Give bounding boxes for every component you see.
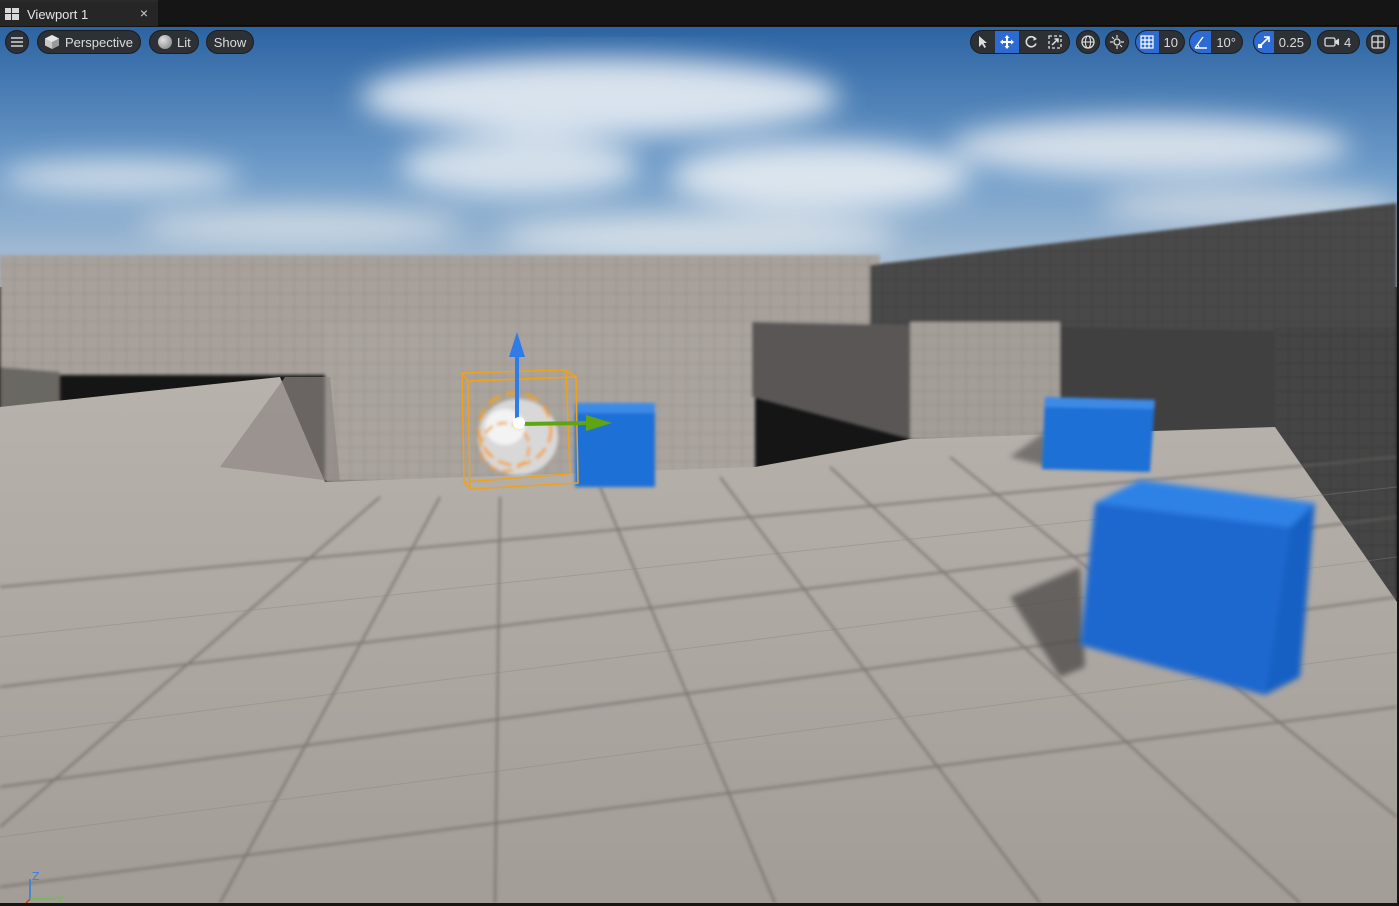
surface-snap-icon: [1110, 35, 1124, 49]
viewport[interactable]: Z Y: [0, 27, 1397, 903]
scene-render[interactable]: [0, 27, 1397, 903]
angle-snap-icon[interactable]: [1190, 31, 1212, 53]
scale-snap-value[interactable]: 0.25: [1274, 35, 1310, 50]
transform-tools: [970, 30, 1070, 54]
show-label: Show: [213, 34, 247, 50]
perspective-cube-icon: [45, 35, 59, 49]
scale-snap-icon[interactable]: [1254, 31, 1274, 53]
globe-icon: [1081, 35, 1095, 49]
tab-viewport-1[interactable]: Viewport 1 ×: [0, 0, 158, 26]
editor-window: Viewport 1 × Z Y Perspective Lit Show 10…: [0, 0, 1399, 906]
close-tab-icon[interactable]: ×: [140, 5, 148, 21]
view-mode-label: Perspective: [65, 34, 133, 50]
rotate-tool[interactable]: [1019, 31, 1043, 53]
hamburger-icon: [11, 37, 23, 47]
viewport-layout-button[interactable]: [1366, 30, 1390, 54]
scale-snap-control[interactable]: 0.25: [1253, 30, 1311, 54]
view-mode-button[interactable]: Perspective: [37, 30, 141, 54]
lighting-label: Lit: [177, 34, 191, 50]
axis-z-label: Z: [32, 870, 40, 883]
grid-snap-control[interactable]: 10: [1135, 30, 1185, 54]
rotation-snap-control[interactable]: 10°: [1189, 30, 1243, 54]
move-arrows-icon: [1000, 35, 1014, 49]
layout-grid-icon: [1371, 35, 1385, 49]
grid-snap-icon[interactable]: [1136, 31, 1159, 53]
gizmo-y-axis[interactable]: [519, 421, 589, 426]
viewport-menu-button[interactable]: [5, 30, 29, 54]
axis-indicator: Z Y: [25, 870, 64, 903]
scale-icon: [1048, 35, 1062, 49]
coordinate-system-button[interactable]: [1076, 30, 1100, 54]
lighting-mode-button[interactable]: Lit: [149, 30, 199, 54]
axis-y-label: Y: [56, 894, 64, 903]
tab-bar: Viewport 1 ×: [0, 0, 1399, 26]
video-camera-icon: [1324, 37, 1339, 47]
show-button[interactable]: Show: [206, 30, 254, 54]
camera-speed-control[interactable]: 4: [1317, 30, 1360, 54]
select-tool[interactable]: [971, 31, 995, 53]
grid-snap-value[interactable]: 10: [1159, 35, 1184, 50]
camera-speed-value: 4: [1344, 34, 1352, 50]
rotate-icon: [1025, 35, 1037, 48]
lit-sphere-icon: [158, 35, 172, 49]
cursor-arrow-icon: [979, 36, 987, 48]
surface-snapping-button[interactable]: [1105, 30, 1129, 54]
translate-tool[interactable]: [995, 31, 1019, 53]
tab-title: Viewport 1: [27, 6, 89, 22]
scale-tool[interactable]: [1043, 31, 1067, 53]
rotation-snap-value[interactable]: 10°: [1211, 35, 1242, 50]
viewport-tab-icon: [5, 8, 19, 20]
